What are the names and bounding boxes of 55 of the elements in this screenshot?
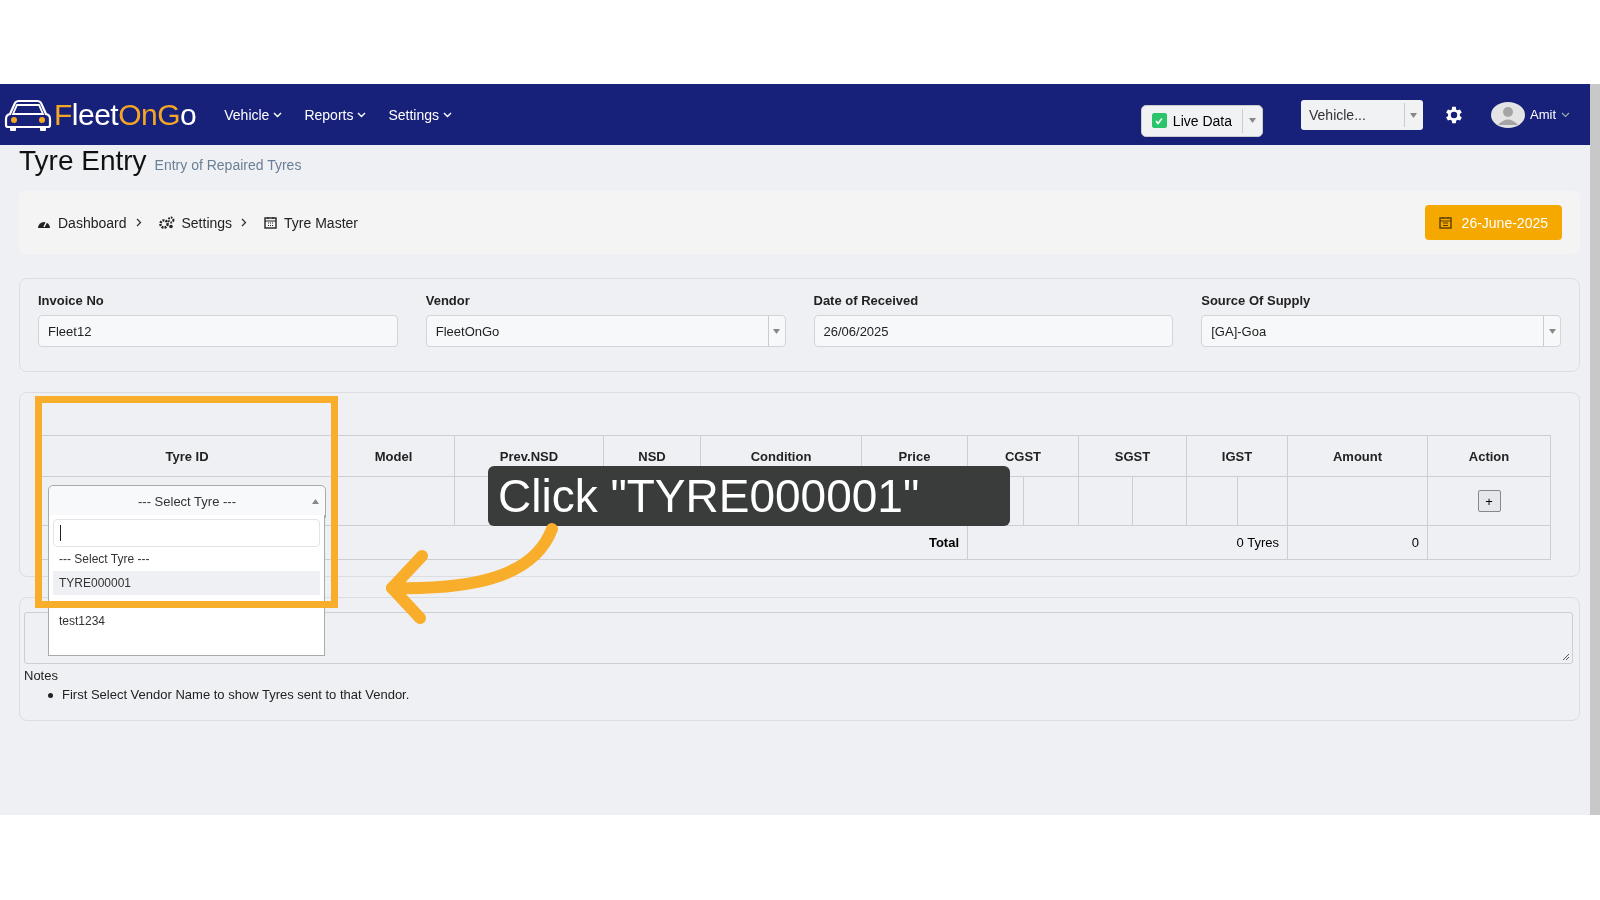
chevron-down-icon <box>273 111 283 118</box>
resize-handle-icon[interactable] <box>1561 652 1570 661</box>
caret-down-icon <box>1548 328 1556 334</box>
column-header: IGST <box>1186 435 1288 477</box>
column-header: SGST <box>1078 435 1187 477</box>
user-name[interactable]: Amit <box>1530 107 1556 122</box>
caret-down-icon <box>1249 118 1256 123</box>
nav-menu[interactable]: Reports <box>296 102 375 127</box>
checkbox[interactable] <box>1151 113 1167 128</box>
breadcrumb-link[interactable]: Dashboard <box>58 214 127 231</box>
select-field[interactable]: [GA]-Goa <box>1201 315 1561 347</box>
scrollbar[interactable] <box>1590 84 1600 815</box>
note-item: First Select Vendor Name to show Tyres sent to that Vendor. <box>62 687 410 703</box>
select-field[interactable]: FleetOnGo <box>425 315 786 347</box>
breadcrumb-link[interactable]: Tyre Master <box>284 214 358 231</box>
chevron-right-icon <box>241 218 248 227</box>
vehicle-select[interactable]: Vehicle... <box>1301 99 1423 130</box>
chevron-right-icon <box>135 218 142 227</box>
chevron-down-icon[interactable] <box>1561 111 1570 118</box>
tyre-select[interactable]: --- Select Tyre --- <box>48 484 326 518</box>
caret-icon <box>312 498 319 504</box>
column-header: Tyre ID <box>41 435 333 477</box>
page-title: Tyre Entry <box>19 145 147 177</box>
column-header: Amount <box>1287 435 1428 477</box>
chevron-down-icon <box>443 111 453 118</box>
callout: Click "TYRE000001" <box>488 466 1010 526</box>
field-label: Source Of Supply <box>1201 293 1312 308</box>
car-icon <box>4 97 52 132</box>
bullet-icon <box>48 692 53 698</box>
dropdown-option[interactable]: TYRE000001 <box>53 571 320 595</box>
nav-menu[interactable]: Vehicle <box>216 102 291 127</box>
breadcrumb-link[interactable]: Settings <box>181 214 233 231</box>
chevron-down-icon <box>357 111 367 118</box>
live-data-button[interactable]: Live Data <box>1140 104 1263 137</box>
column-header: Action <box>1427 435 1551 477</box>
logo-text[interactable]: FleetOnGo <box>54 97 197 132</box>
avatar-icon[interactable] <box>1491 101 1525 128</box>
notes-title: Notes <box>24 668 59 683</box>
input-field[interactable]: Fleet12 <box>38 315 398 347</box>
calendar-icon <box>1438 216 1452 229</box>
caret-down-icon <box>1410 112 1417 118</box>
input-field[interactable]: 26/06/2025 <box>813 315 1174 347</box>
calendar-icon <box>264 216 278 229</box>
gears-icon <box>158 216 175 229</box>
nav-menu[interactable]: Settings <box>380 102 461 127</box>
check-icon <box>1154 115 1165 126</box>
field-label: Vendor <box>425 293 471 308</box>
field-label: Date of Received <box>813 293 920 308</box>
total-amount: 0 <box>1287 525 1428 560</box>
caret-down-icon <box>773 328 780 334</box>
add-row-button[interactable]: + <box>1477 490 1501 512</box>
search-field[interactable] <box>53 519 320 547</box>
dropdown-option[interactable]: test1234 <box>53 609 320 633</box>
field-label: Invoice No <box>38 293 105 308</box>
page-subtitle: Entry of Repaired Tyres <box>154 157 302 173</box>
